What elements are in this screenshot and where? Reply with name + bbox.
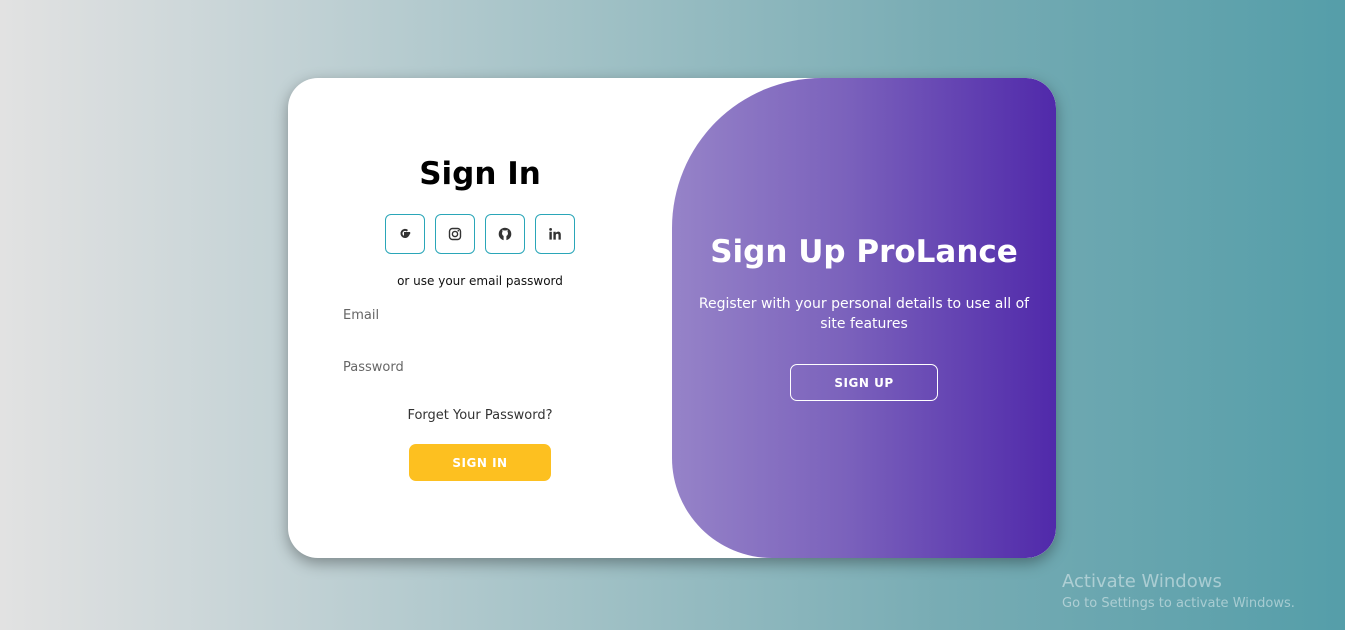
signup-description: Register with your personal details to u…	[698, 296, 1030, 332]
signup-button[interactable]: SIGN UP	[790, 364, 938, 401]
social-login-row	[385, 214, 575, 254]
forgot-password-link[interactable]: Forget Your Password?	[288, 408, 672, 423]
activate-windows-watermark: Activate Windows Go to Settings to activ…	[1062, 571, 1295, 611]
watermark-subtitle: Go to Settings to activate Windows.	[1062, 596, 1295, 611]
github-icon	[498, 227, 512, 241]
watermark-title: Activate Windows	[1062, 571, 1222, 592]
email-divider-text: or use your email password	[397, 274, 563, 288]
linkedin-login-button[interactable]	[535, 214, 575, 254]
google-login-button[interactable]	[385, 214, 425, 254]
signin-button[interactable]: SIGN IN	[409, 444, 551, 481]
signup-overlay-panel: Sign Up ProLance Register with your pers…	[672, 78, 1056, 558]
password-field[interactable]	[333, 348, 627, 386]
instagram-icon	[448, 227, 462, 241]
signin-title: Sign In	[419, 156, 541, 192]
google-icon	[398, 227, 412, 241]
instagram-login-button[interactable]	[435, 214, 475, 254]
email-field[interactable]	[333, 296, 627, 334]
signin-panel: Sign In or use your email password Email…	[288, 78, 672, 558]
signup-title: Sign Up ProLance	[710, 234, 1018, 270]
auth-card: Sign In or use your email password Email…	[288, 78, 1056, 558]
linkedin-icon	[548, 227, 562, 241]
github-login-button[interactable]	[485, 214, 525, 254]
